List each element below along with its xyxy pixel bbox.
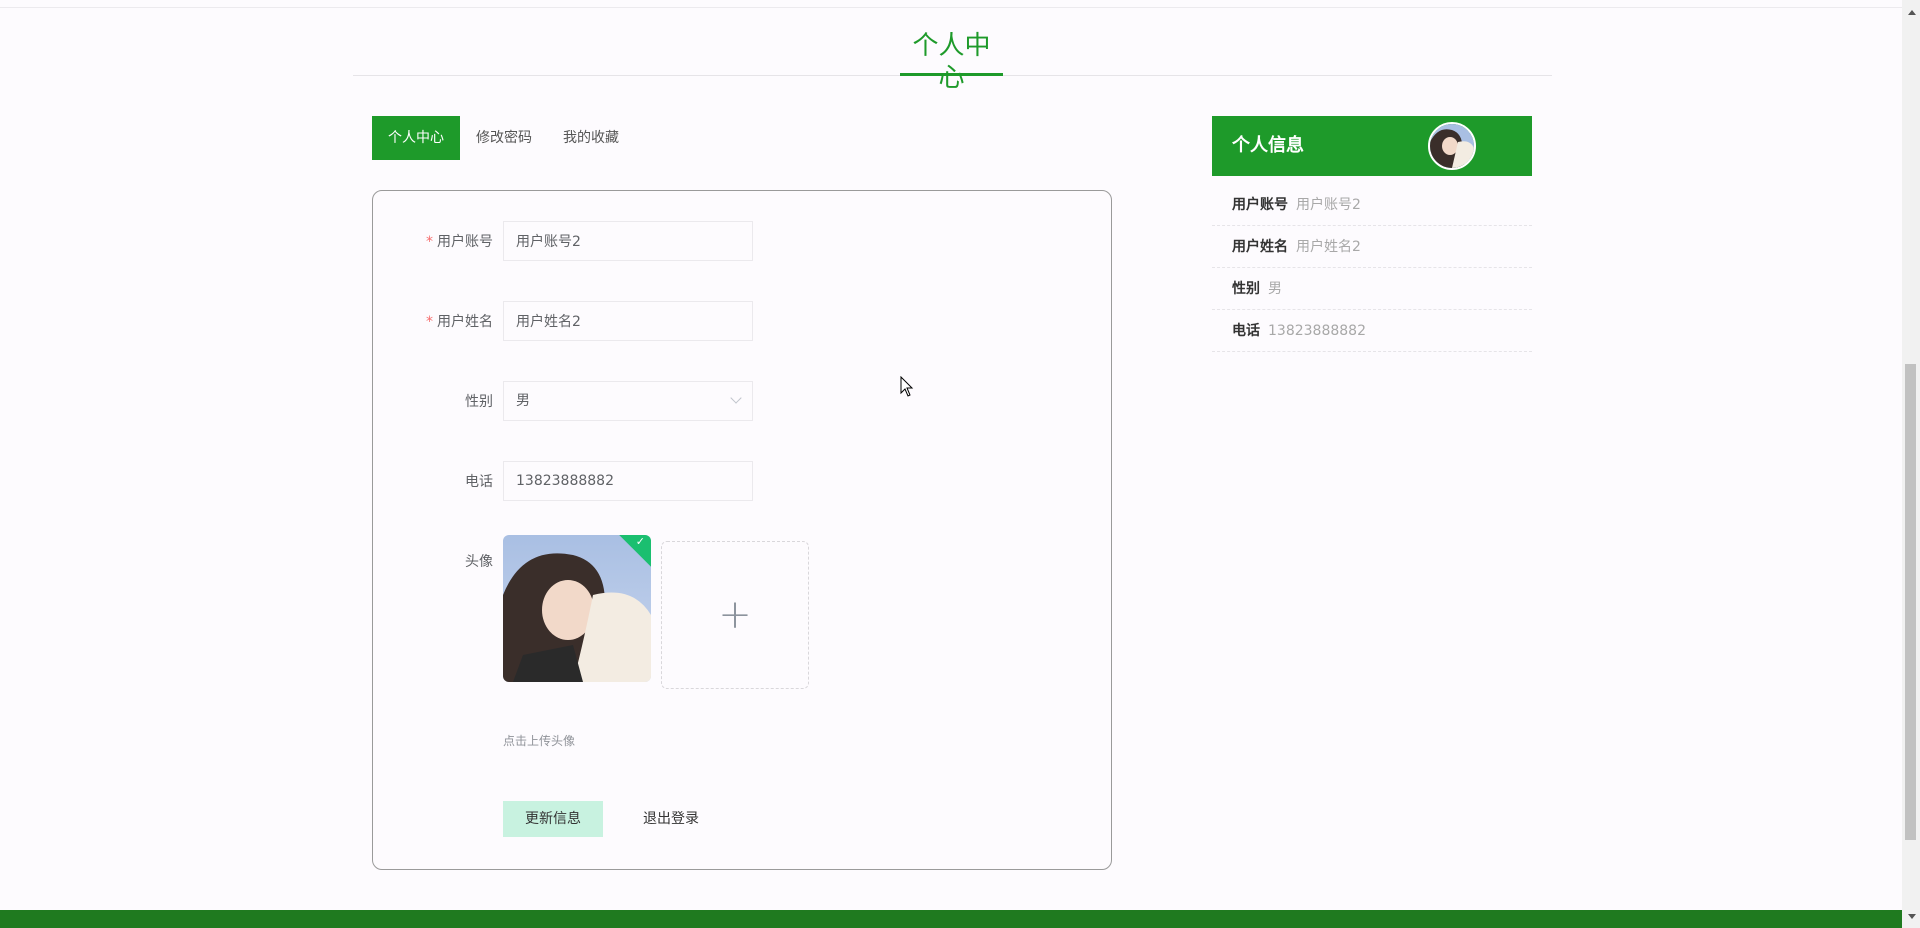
avatar-preview[interactable]: ✓ (503, 535, 651, 682)
scroll-up-arrow-icon[interactable] (1908, 10, 1916, 15)
page-title: 个人中心 (900, 30, 1003, 93)
update-info-button[interactable]: 更新信息 (503, 801, 603, 837)
gender-label: 性别 (465, 394, 493, 410)
tab-favorites[interactable]: 我的收藏 (552, 116, 630, 160)
gender-select[interactable]: 男 (503, 381, 753, 421)
account-label: * 用户账号 (426, 234, 493, 250)
avatar-photo (503, 535, 651, 682)
name-input[interactable] (503, 301, 753, 341)
vertical-scrollbar[interactable] (1902, 0, 1920, 928)
required-mark: * (426, 234, 433, 250)
footer-bar (0, 910, 1902, 928)
phone-label: 电话 (465, 474, 493, 490)
avatar-photo-small (1430, 124, 1474, 168)
page-title-bar: 个人中心 (353, 22, 1552, 93)
avatar-label: 头像 (465, 554, 493, 570)
avatar-upload-button[interactable]: + (661, 541, 809, 689)
gender-value: 男 (516, 393, 530, 409)
tab-profile[interactable]: 个人中心 (372, 116, 460, 160)
phone-input[interactable] (503, 461, 753, 501)
mouse-cursor-icon (900, 376, 914, 397)
name-label: * 用户姓名 (426, 314, 493, 330)
info-card-title: 个人信息 (1232, 135, 1304, 156)
scrollbar-thumb[interactable] (1905, 364, 1916, 840)
info-row-gender: 性别男 (1212, 268, 1532, 310)
info-row-phone: 电话 13823888882 (1212, 310, 1532, 352)
logout-button[interactable]: 退出登录 (643, 801, 733, 837)
info-row-name: 用户姓名 用户姓名2 (1212, 226, 1532, 268)
top-divider (0, 7, 1902, 8)
avatar (1428, 122, 1476, 170)
account-input[interactable] (503, 221, 753, 261)
plus-icon: + (718, 592, 752, 638)
required-mark: * (426, 314, 433, 330)
scroll-down-arrow-icon[interactable] (1908, 914, 1916, 919)
upload-tip: 点击上传头像 (503, 734, 576, 748)
chevron-down-icon (730, 392, 742, 404)
info-card-header: 个人信息 (1212, 116, 1532, 176)
check-icon: ✓ (635, 535, 645, 548)
profile-form: *用户账号 *用户姓名 性别 男 电话 头像 ✓ + (372, 190, 1112, 870)
info-row-account: 用户账号 用户账号2 (1212, 184, 1532, 226)
tab-change-password[interactable]: 修改密码 (462, 116, 546, 160)
